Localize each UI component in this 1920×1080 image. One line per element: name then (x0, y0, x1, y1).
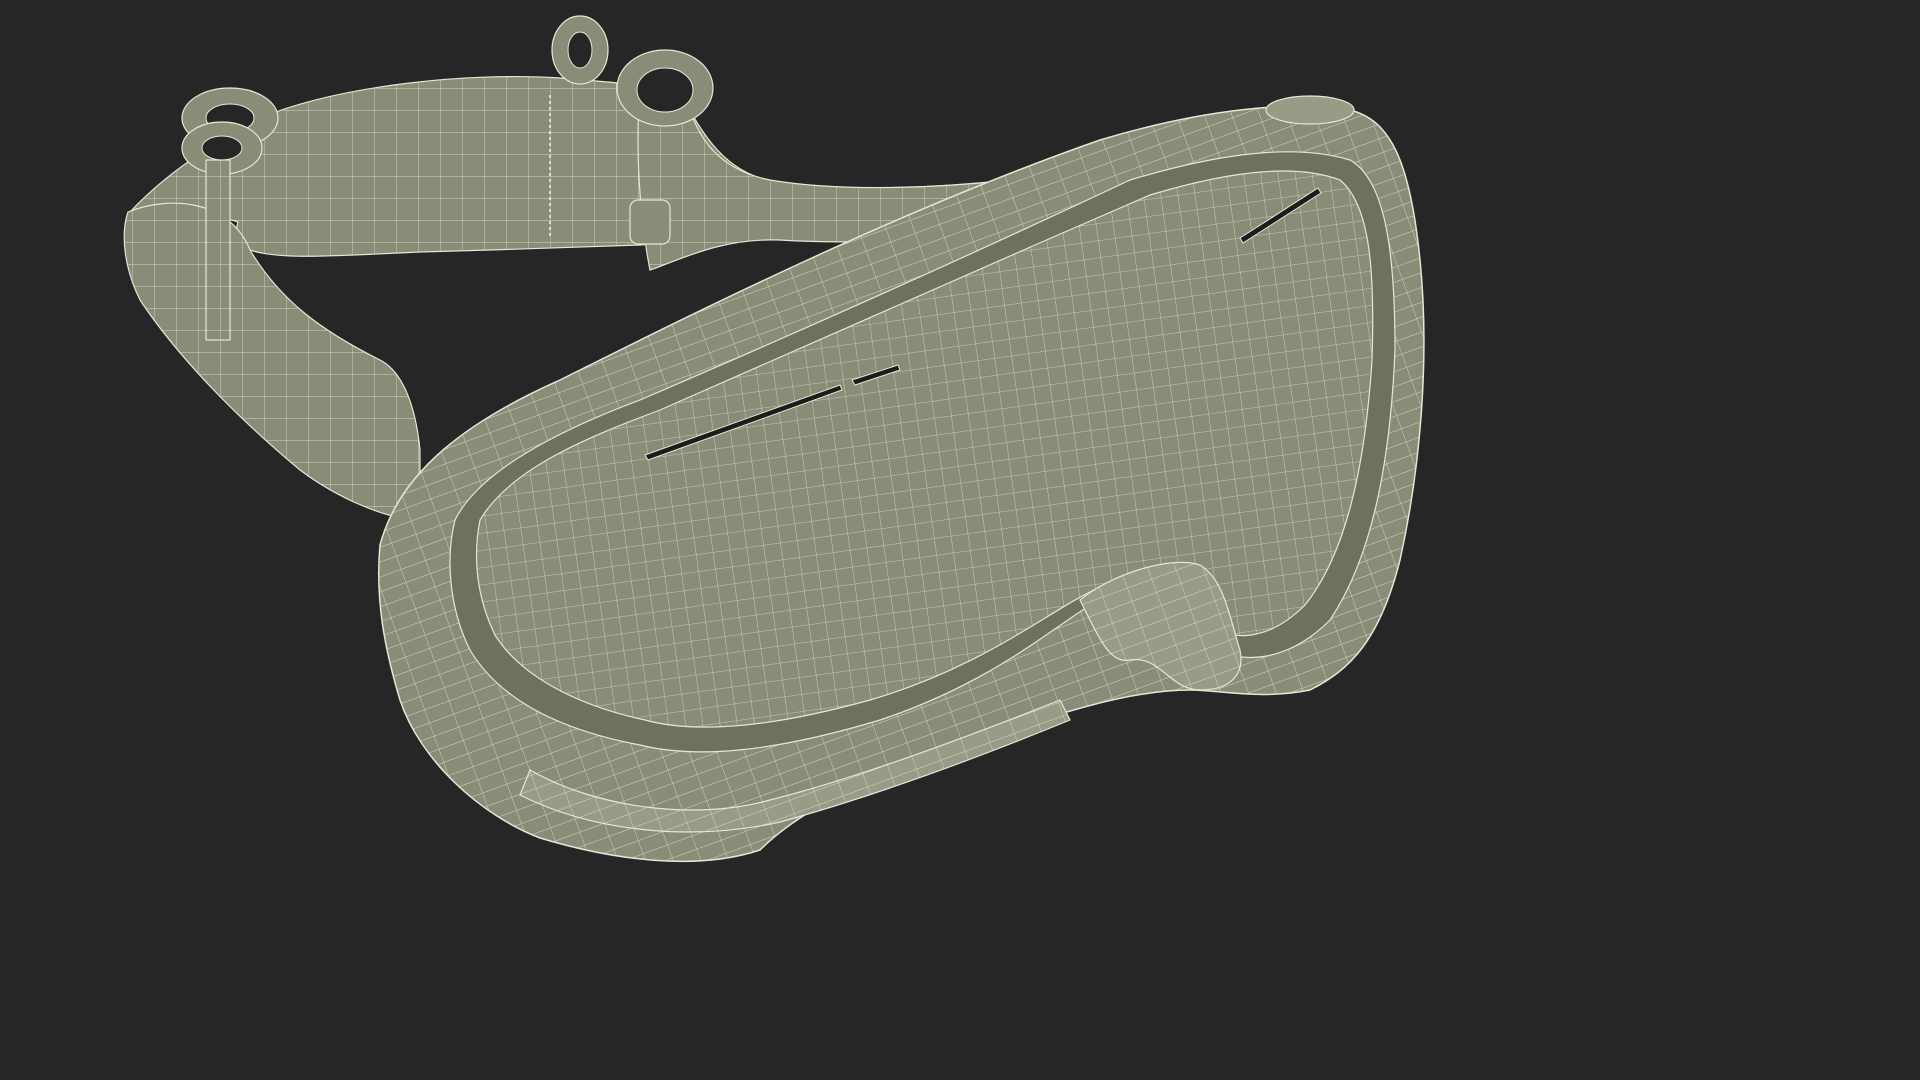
buckle-top-center (551, 15, 609, 85)
goggles-render (0, 0, 1568, 882)
render-viewport (0, 0, 1568, 882)
frame-top-clip (1265, 95, 1355, 125)
